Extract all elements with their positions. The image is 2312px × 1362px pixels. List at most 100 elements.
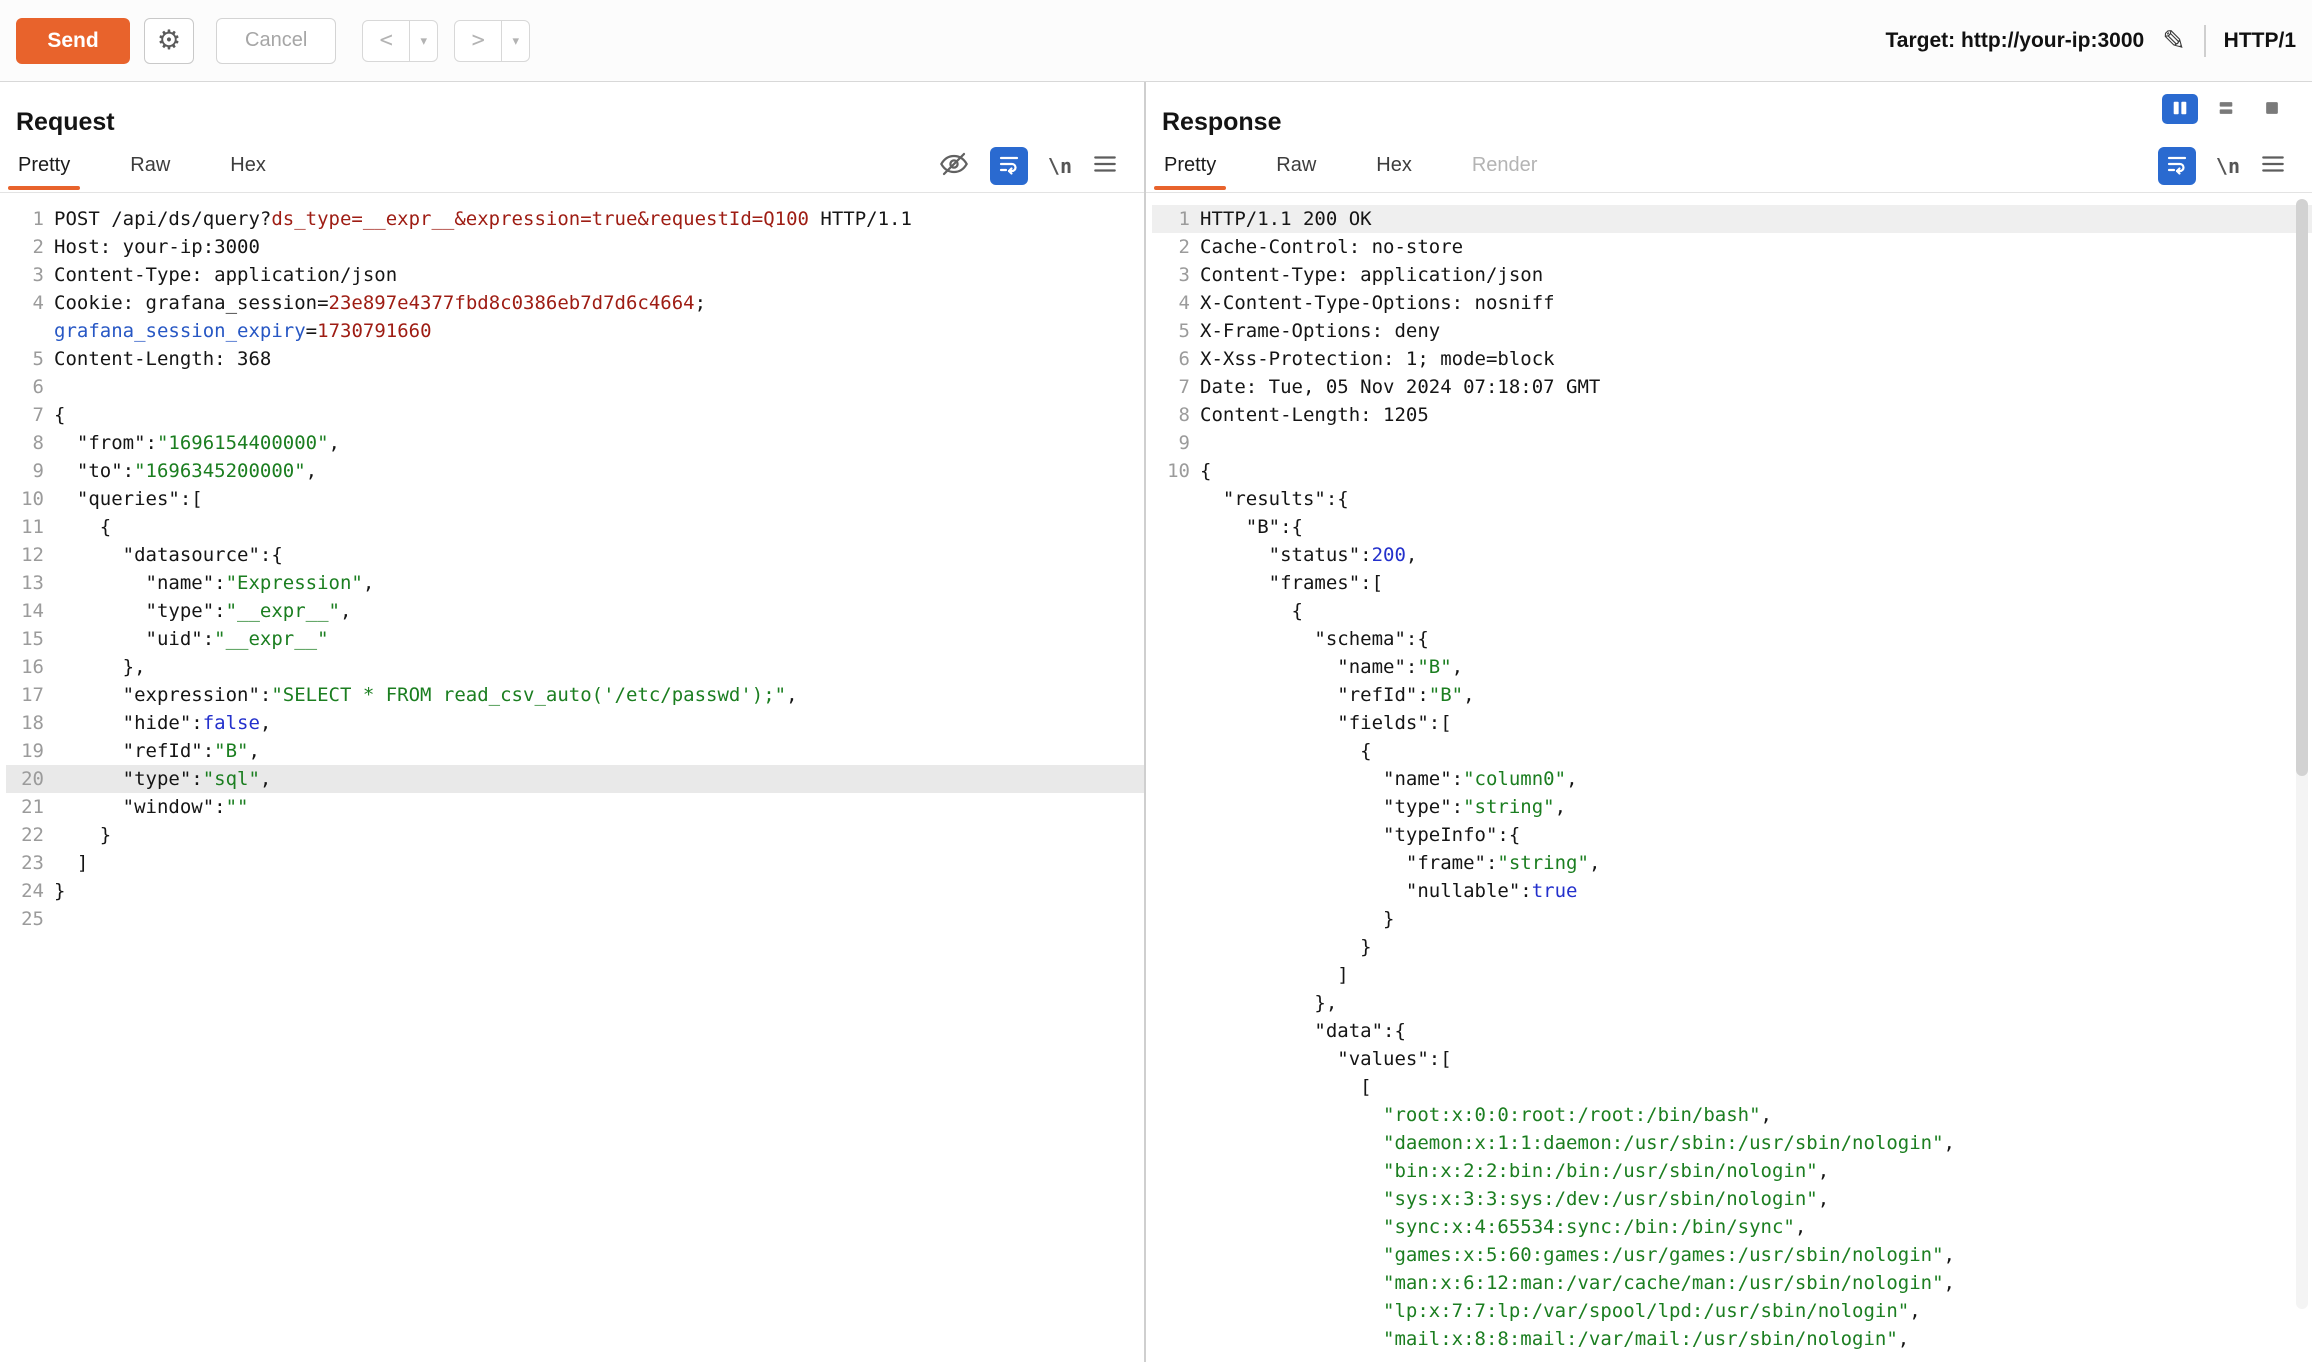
code-line[interactable]: 20 "type":"sql", bbox=[6, 765, 1144, 793]
code-line[interactable]: 6X-Xss-Protection: 1; mode=block bbox=[1152, 345, 2312, 373]
code-line[interactable]: 7{ bbox=[6, 401, 1144, 429]
code-line[interactable]: 22 } bbox=[6, 821, 1144, 849]
code-line[interactable]: 13 "name":"Expression", bbox=[6, 569, 1144, 597]
code-line[interactable]: 4X-Content-Type-Options: nosniff bbox=[1152, 289, 2312, 317]
code-line[interactable]: 8Content-Length: 1205 bbox=[1152, 401, 2312, 429]
code-line[interactable]: 24} bbox=[6, 877, 1144, 905]
code-line[interactable]: "name":"B", bbox=[1152, 653, 2312, 681]
code-line[interactable]: 7Date: Tue, 05 Nov 2024 07:18:07 GMT bbox=[1152, 373, 2312, 401]
hide-nonprinting-button[interactable] bbox=[938, 148, 970, 183]
code-line[interactable]: "frames":[ bbox=[1152, 569, 2312, 597]
code-line[interactable]: 4Cookie: grafana_session=23e897e4377fbd8… bbox=[6, 289, 1144, 317]
code-line[interactable]: "B":{ bbox=[1152, 513, 2312, 541]
code-line[interactable]: 19 "refId":"B", bbox=[6, 737, 1144, 765]
show-newlines-button[interactable]: \n bbox=[1048, 154, 1072, 178]
code-line[interactable]: 12 "datasource":{ bbox=[6, 541, 1144, 569]
request-tab-hex[interactable]: Hex bbox=[228, 142, 268, 189]
code-line[interactable]: "refId":"B", bbox=[1152, 681, 2312, 709]
code-line[interactable]: 2Cache-Control: no-store bbox=[1152, 233, 2312, 261]
code-line[interactable]: }, bbox=[1152, 989, 2312, 1017]
response-scrollbar-thumb[interactable] bbox=[2296, 199, 2308, 776]
line-number bbox=[1152, 513, 1190, 541]
code-line[interactable]: 10{ bbox=[1152, 457, 2312, 485]
code-line[interactable]: 9 bbox=[1152, 429, 2312, 457]
edit-target-icon[interactable]: ✎ bbox=[2162, 27, 2185, 55]
code-line[interactable]: 17 "expression":"SELECT * FROM read_csv_… bbox=[6, 681, 1144, 709]
code-line[interactable]: 5X-Frame-Options: deny bbox=[1152, 317, 2312, 345]
code-line[interactable]: 11 { bbox=[6, 513, 1144, 541]
response-editor[interactable]: 1HTTP/1.1 200 OK2Cache-Control: no-store… bbox=[1146, 193, 2312, 1353]
response-word-wrap-toggle-button[interactable] bbox=[2158, 147, 2196, 185]
code-line[interactable]: 2Host: your-ip:3000 bbox=[6, 233, 1144, 261]
code-line[interactable]: "typeInfo":{ bbox=[1152, 821, 2312, 849]
response-show-newlines-button[interactable]: \n bbox=[2216, 154, 2240, 178]
code-line[interactable]: "type":"string", bbox=[1152, 793, 2312, 821]
code-line[interactable]: 3Content-Type: application/json bbox=[1152, 261, 2312, 289]
code-line[interactable]: 14 "type":"__expr__", bbox=[6, 597, 1144, 625]
code-line[interactable]: 1HTTP/1.1 200 OK bbox=[1152, 205, 2312, 233]
code-line[interactable]: 1POST /api/ds/query?ds_type=__expr__&exp… bbox=[6, 205, 1144, 233]
request-tab-raw[interactable]: Raw bbox=[128, 142, 172, 189]
code-line[interactable]: 9 "to":"1696345200000", bbox=[6, 457, 1144, 485]
code-line[interactable]: "mail:x:8:8:mail:/var/mail:/usr/sbin/nol… bbox=[1152, 1325, 2312, 1353]
layout-rows-button[interactable] bbox=[2208, 94, 2244, 124]
response-editor-menu-button[interactable] bbox=[2260, 151, 2286, 180]
history-back-button[interactable]: < bbox=[362, 20, 410, 62]
history-forward-button[interactable]: > bbox=[454, 20, 502, 62]
code-line[interactable]: 6 bbox=[6, 373, 1144, 401]
code-line[interactable]: "sys:x:3:3:sys:/dev:/usr/sbin/nologin", bbox=[1152, 1185, 2312, 1213]
code-line[interactable]: "data":{ bbox=[1152, 1017, 2312, 1045]
response-tab-render[interactable]: Render bbox=[1470, 142, 1540, 189]
code-line[interactable]: "games:x:5:60:games:/usr/games:/usr/sbin… bbox=[1152, 1241, 2312, 1269]
code-line[interactable]: 5Content-Length: 368 bbox=[6, 345, 1144, 373]
code-line[interactable]: 23 ] bbox=[6, 849, 1144, 877]
code-text: "typeInfo":{ bbox=[1200, 821, 1520, 849]
request-editor-menu-button[interactable] bbox=[1092, 151, 1118, 180]
code-line[interactable]: { bbox=[1152, 597, 2312, 625]
code-line[interactable]: "status":200, bbox=[1152, 541, 2312, 569]
code-line[interactable]: "man:x:6:12:man:/var/cache/man:/usr/sbin… bbox=[1152, 1269, 2312, 1297]
code-line[interactable]: 3Content-Type: application/json bbox=[6, 261, 1144, 289]
response-tab-pretty[interactable]: Pretty bbox=[1162, 142, 1218, 189]
layout-columns-button[interactable] bbox=[2162, 94, 2198, 124]
code-line[interactable]: ] bbox=[1152, 961, 2312, 989]
send-button[interactable]: Send bbox=[16, 18, 130, 64]
code-line[interactable]: "nullable":true bbox=[1152, 877, 2312, 905]
code-line[interactable]: 8 "from":"1696154400000", bbox=[6, 429, 1144, 457]
code-line[interactable]: 18 "hide":false, bbox=[6, 709, 1144, 737]
line-number: 8 bbox=[6, 429, 44, 457]
history-back-dropdown[interactable]: ▾ bbox=[410, 20, 438, 62]
history-forward-dropdown[interactable]: ▾ bbox=[502, 20, 530, 62]
code-line[interactable]: "root:x:0:0:root:/root:/bin/bash", bbox=[1152, 1101, 2312, 1129]
http-version-label[interactable]: HTTP/1 bbox=[2224, 29, 2296, 53]
code-line[interactable]: { bbox=[1152, 737, 2312, 765]
code-line[interactable]: "schema":{ bbox=[1152, 625, 2312, 653]
code-line[interactable]: "bin:x:2:2:bin:/bin:/usr/sbin/nologin", bbox=[1152, 1157, 2312, 1185]
request-settings-button[interactable]: ⚙ bbox=[144, 18, 194, 64]
code-line[interactable]: } bbox=[1152, 905, 2312, 933]
response-tab-hex[interactable]: Hex bbox=[1374, 142, 1414, 189]
response-scrollbar[interactable] bbox=[2296, 199, 2308, 1309]
code-line[interactable]: } bbox=[1152, 933, 2312, 961]
word-wrap-toggle-button[interactable] bbox=[990, 147, 1028, 185]
request-tab-pretty[interactable]: Pretty bbox=[16, 142, 72, 189]
request-editor[interactable]: 1POST /api/ds/query?ds_type=__expr__&exp… bbox=[0, 193, 1144, 933]
code-line[interactable]: [ bbox=[1152, 1073, 2312, 1101]
code-line[interactable]: "frame":"string", bbox=[1152, 849, 2312, 877]
code-line[interactable]: "name":"column0", bbox=[1152, 765, 2312, 793]
code-line[interactable]: 21 "window":"" bbox=[6, 793, 1144, 821]
code-line[interactable]: 25 bbox=[6, 905, 1144, 933]
code-line[interactable]: "results":{ bbox=[1152, 485, 2312, 513]
cancel-button[interactable]: Cancel bbox=[216, 18, 336, 64]
code-line[interactable]: "lp:x:7:7:lp:/var/spool/lpd:/usr/sbin/no… bbox=[1152, 1297, 2312, 1325]
code-line[interactable]: 10 "queries":[ bbox=[6, 485, 1144, 513]
code-line[interactable]: 16 }, bbox=[6, 653, 1144, 681]
layout-single-button[interactable] bbox=[2254, 94, 2290, 124]
code-line[interactable]: "fields":[ bbox=[1152, 709, 2312, 737]
code-line[interactable]: "daemon:x:1:1:daemon:/usr/sbin:/usr/sbin… bbox=[1152, 1129, 2312, 1157]
code-line[interactable]: grafana_session_expiry=1730791660 bbox=[6, 317, 1144, 345]
code-line[interactable]: "sync:x:4:65534:sync:/bin:/bin/sync", bbox=[1152, 1213, 2312, 1241]
code-line[interactable]: 15 "uid":"__expr__" bbox=[6, 625, 1144, 653]
response-tab-raw[interactable]: Raw bbox=[1274, 142, 1318, 189]
code-line[interactable]: "values":[ bbox=[1152, 1045, 2312, 1073]
